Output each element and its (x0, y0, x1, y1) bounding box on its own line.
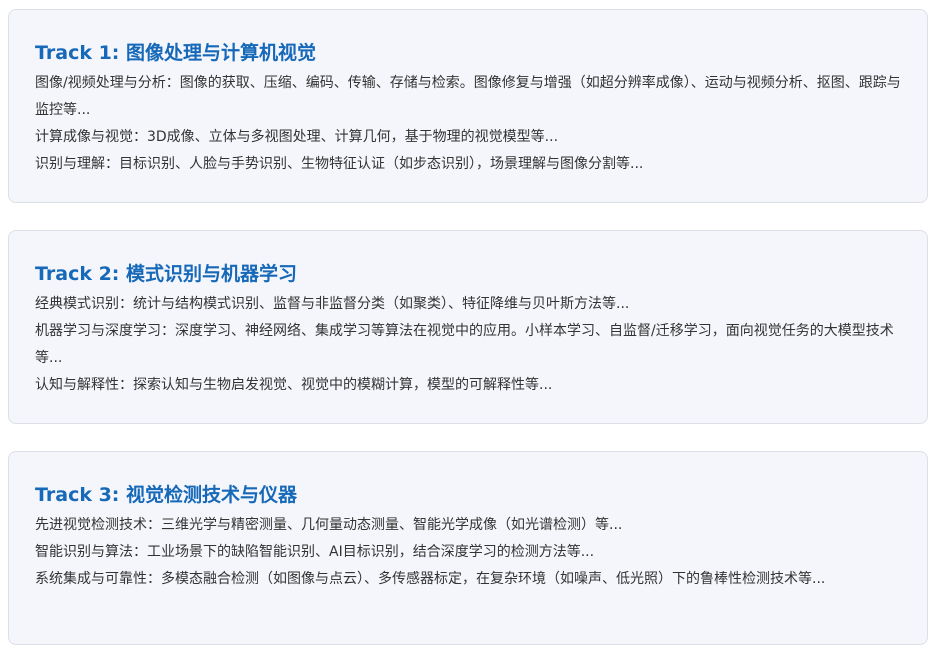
track-topic-line: 智能识别与算法：工业场景下的缺陷智能识别、AI目标识别，结合深度学习的检测方法等… (35, 544, 595, 560)
track-topic-line: 经典模式识别：统计与结构模式识别、监督与非监督分类（如聚类）、特征降维与贝叶斯方… (35, 296, 630, 312)
track-topic-line: 系统集成与可靠性：多模态融合检测（如图像与点云）、多传感器标定，在复杂环境（如噪… (35, 571, 826, 587)
track-title: Track 2: 模式识别与机器学习 (35, 263, 298, 285)
track-title: Track 1: 图像处理与计算机视觉 (35, 42, 317, 64)
track-topic-line: 机器学习与深度学习：深度学习、神经网络、集成学习等算法在视觉中的应用。小样本学习… (35, 323, 894, 366)
track-card-2: Track 2: 模式识别与机器学习 经典模式识别：统计与结构模式识别、监督与非… (8, 230, 928, 424)
track-topic-line: 先进视觉检测技术：三维光学与精密测量、几何量动态测量、智能光学成像（如光谱检测）… (35, 517, 623, 533)
track-card-1: Track 1: 图像处理与计算机视觉 图像/视频处理与分析：图像的获取、压缩、… (8, 9, 928, 203)
track-topic-line: 图像/视频处理与分析：图像的获取、压缩、编码、传输、存储与检索。图像修复与增强（… (35, 75, 901, 118)
track-topic-line: 认知与解释性：探索认知与生物启发视觉、视觉中的模糊计算，模型的可解释性等... (35, 377, 553, 393)
track-title: Track 3: 视觉检测技术与仪器 (35, 484, 298, 506)
track-topic-line: 计算成像与视觉：3D成像、立体与多视图处理、计算几何，基于物理的视觉模型等... (35, 129, 559, 145)
track-topic-line: 识别与理解：目标识别、人脸与手势识别、生物特征认证（如步态识别），场景理解与图像… (35, 156, 644, 172)
track-card-3: Track 3: 视觉检测技术与仪器 先进视觉检测技术：三维光学与精密测量、几何… (8, 451, 928, 645)
